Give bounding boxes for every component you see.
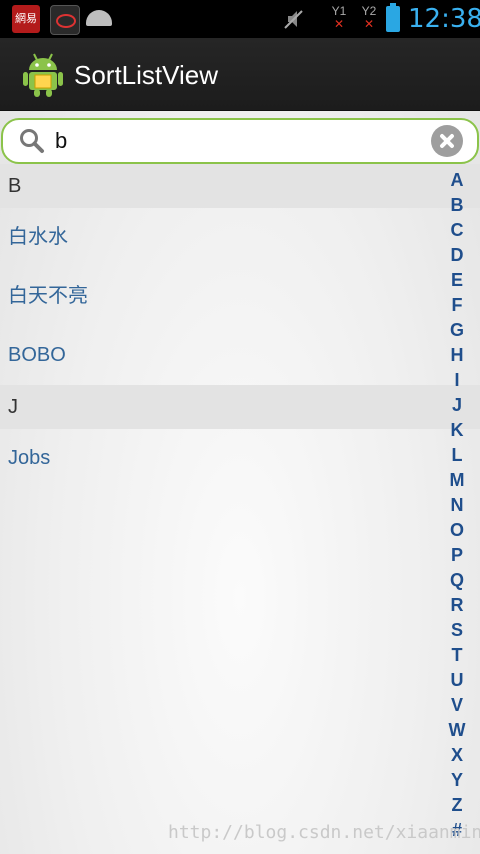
section-header-j: J <box>0 385 480 429</box>
list-item[interactable]: 白天不亮 <box>0 267 480 326</box>
sim1-signal-icon: Y1 ✕ <box>331 4 347 31</box>
index-letter-q[interactable]: Q <box>444 568 470 593</box>
section-header-b: B <box>0 164 480 208</box>
index-letter-x[interactable]: X <box>444 743 470 768</box>
netease-news-app-icon: 網易 <box>12 5 40 33</box>
index-letter-p[interactable]: P <box>444 543 470 568</box>
index-letter-d[interactable]: D <box>444 243 470 268</box>
index-letter-o[interactable]: O <box>444 518 470 543</box>
index-letter-z[interactable]: Z <box>444 793 470 818</box>
index-letter-v[interactable]: V <box>444 693 470 718</box>
index-letter-e[interactable]: E <box>444 268 470 293</box>
index-letter-a[interactable]: A <box>444 168 470 193</box>
status-bar: 網易 Y1 ✕ Y2 ✕ 12:38 <box>0 0 480 38</box>
index-letter-k[interactable]: K <box>444 418 470 443</box>
index-letter-h[interactable]: H <box>444 343 470 368</box>
index-letter-i[interactable]: I <box>444 368 470 393</box>
search-icon <box>20 129 44 153</box>
index-letter-n[interactable]: N <box>444 493 470 518</box>
index-letter-l[interactable]: L <box>444 443 470 468</box>
android-notification-icon <box>86 10 112 26</box>
page-title: SortListView <box>74 60 219 90</box>
index-letter-g[interactable]: G <box>444 318 470 343</box>
list-item[interactable]: Jobs <box>0 429 480 488</box>
clear-icon[interactable] <box>431 125 463 157</box>
wo-app-icon <box>50 5 80 35</box>
index-letter-f[interactable]: F <box>444 293 470 318</box>
clock: 12:38 <box>408 4 480 34</box>
search-box[interactable] <box>1 118 479 164</box>
index-letter-m[interactable]: M <box>444 468 470 493</box>
index-letter-u[interactable]: U <box>444 668 470 693</box>
list-item[interactable]: 白水水 <box>0 208 480 267</box>
index-letter-w[interactable]: W <box>444 718 470 743</box>
index-letter-t[interactable]: T <box>444 643 470 668</box>
index-letter-y[interactable]: Y <box>444 768 470 793</box>
index-letter-j[interactable]: J <box>444 393 470 418</box>
battery-icon <box>386 3 400 32</box>
action-bar: SortListView <box>0 38 480 111</box>
index-letter-c[interactable]: C <box>444 218 470 243</box>
watermark: http://blog.csdn.net/xiaanming <box>168 822 480 843</box>
index-letter-s[interactable]: S <box>444 618 470 643</box>
alphabet-index-bar[interactable]: A B C D E F G H I J K L M N O P Q R S T … <box>444 168 470 843</box>
index-letter-r[interactable]: R <box>444 593 470 618</box>
index-letter-b[interactable]: B <box>444 193 470 218</box>
sim2-signal-icon: Y2 ✕ <box>361 4 377 31</box>
list-item[interactable]: BOBO <box>0 326 480 385</box>
search-input[interactable] <box>55 126 415 156</box>
contact-list: B 白水水 白天不亮 BOBO J Jobs <box>0 164 480 488</box>
mute-icon <box>284 10 303 29</box>
android-robot-icon[interactable] <box>22 52 64 98</box>
